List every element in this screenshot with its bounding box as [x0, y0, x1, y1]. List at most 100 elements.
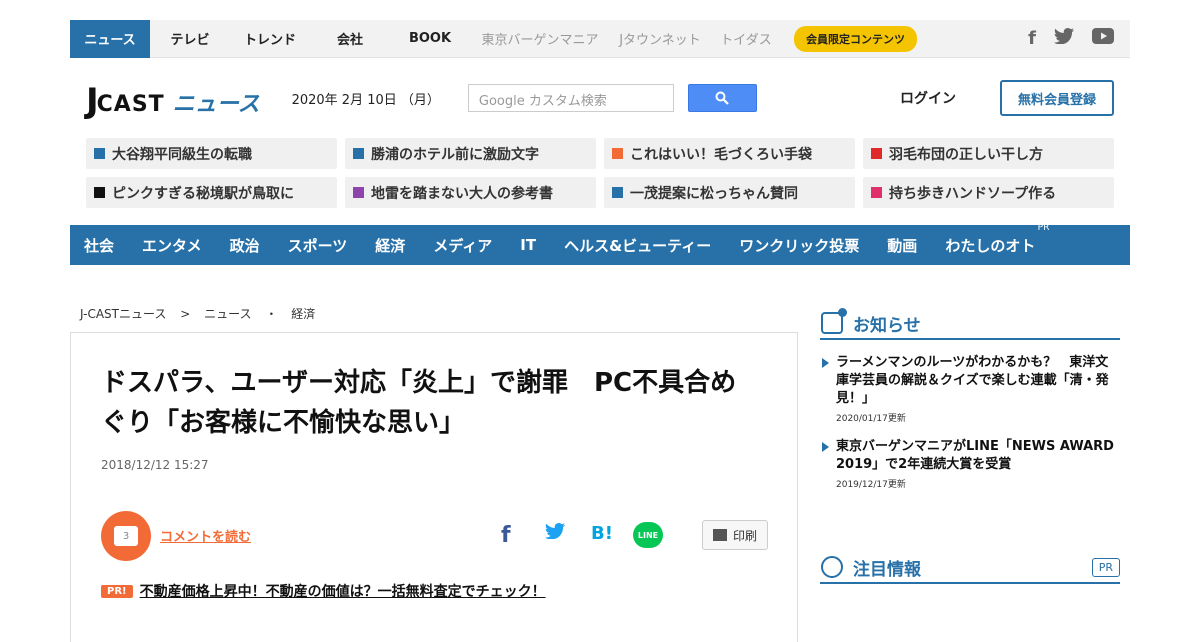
breadcrumb-economy[interactable]: 経済	[291, 307, 315, 321]
printer-icon	[712, 529, 727, 541]
category-link[interactable]: 社会	[84, 235, 114, 256]
category-link[interactable]: わたしのオト PR	[945, 223, 1049, 256]
breadcrumb-separator: >	[180, 307, 191, 321]
notice-item[interactable]: ラーメンマンのルーツがわかるかも？ 東洋文庫学芸員の解説＆クイズで楽しむ連載「清…	[820, 354, 1120, 424]
category-label: IT	[520, 236, 537, 254]
comment-count: 3	[114, 526, 138, 546]
tab-company[interactable]: 会社	[310, 20, 390, 58]
notice-date: 2019/12/17更新	[836, 480, 906, 490]
logo-news: ニュース	[172, 92, 260, 117]
trend-marker	[871, 187, 882, 198]
comment-count-badge[interactable]: 3	[101, 511, 151, 561]
search-button[interactable]	[687, 84, 757, 112]
article-card: ドスパラ、ユーザー対応「炎上」で謝罪 PC不具合めぐり「お客様に不愉快な思い」 …	[70, 332, 798, 642]
current-date: 2020年 2月 10日 （月）	[291, 92, 440, 108]
trend-link[interactable]: 勝浦のホテル前に激励文字	[345, 138, 596, 169]
notice-text: 東京バーゲンマニアがLINE「NEWS AWARD 2019」で2年連続大賞を受…	[836, 439, 1114, 472]
arrow-right-icon	[822, 358, 829, 368]
trend-label: 持ち歩きハンドソープ作る	[889, 185, 1057, 202]
category-link[interactable]: 動画	[887, 235, 917, 256]
tab-news[interactable]: ニュース	[70, 19, 150, 58]
facebook-share-icon[interactable]: f	[501, 523, 511, 548]
trend-label: 地雷を踏まない大人の参考書	[371, 185, 553, 202]
trend-marker	[612, 187, 623, 198]
category-link[interactable]: メディア	[433, 235, 492, 256]
pr-badge: PR	[1091, 557, 1120, 577]
youtube-icon[interactable]	[1092, 28, 1114, 49]
search-input[interactable]: Google カスタム検索	[467, 84, 674, 112]
pr-tag: PR!	[101, 584, 133, 598]
attention-section: 注目情報 PR	[820, 552, 1120, 584]
hatena-bookmark-icon[interactable]: B!	[591, 523, 613, 544]
article-date: 2018/12/12 15:27	[101, 458, 209, 472]
tab-book[interactable]: BOOK	[390, 20, 470, 58]
category-link[interactable]: ワンクリック投票	[739, 235, 859, 256]
tab-tv[interactable]: テレビ	[150, 20, 230, 58]
article-title: ドスパラ、ユーザー対応「炎上」で謝罪 PC不具合めぐり「お客様に不愉快な思い」	[101, 368, 737, 438]
twitter-share-icon[interactable]	[545, 523, 565, 539]
breadcrumb-home[interactable]: J-CASTニュース	[80, 307, 166, 321]
category-label: 社会	[84, 236, 115, 255]
trend-link[interactable]: 大谷翔平同級生の転職	[86, 138, 337, 169]
top-nav: ニュース テレビ トレンド 会社 BOOK 東京バーゲンマニア Jタウンネット …	[70, 19, 1130, 58]
notice-text: ラーメンマンのルーツがわかるかも？ 東洋文庫学芸員の解説＆クイズで楽しむ連載「清…	[836, 355, 1109, 406]
tab-toidas[interactable]: トイダス	[710, 20, 782, 58]
category-label: 動画	[887, 236, 918, 255]
sponsored-link[interactable]: PR! 不動産価格上昇中！不動産の価値は？一括無料査定でチェック！	[101, 581, 546, 601]
category-label: メディア	[433, 236, 493, 255]
sponsored-link-text: 不動産価格上昇中！不動産の価値は？一括無料査定でチェック！	[139, 584, 546, 600]
read-comments-link[interactable]: コメントを読む	[160, 526, 251, 545]
notice-item[interactable]: 東京バーゲンマニアがLINE「NEWS AWARD 2019」で2年連続大賞を受…	[820, 438, 1120, 490]
trend-link[interactable]: 地雷を踏まない大人の参考書	[345, 177, 596, 208]
trend-marker	[94, 148, 105, 159]
trend-marker	[612, 148, 623, 159]
notice-title: お知らせ	[853, 315, 921, 336]
category-label: エンタメ	[142, 236, 202, 255]
pr-label: PR	[1037, 222, 1050, 233]
site-logo[interactable]: J CAST ニュース	[86, 78, 260, 118]
register-button[interactable]: 無料会員登録	[1000, 80, 1114, 116]
category-link[interactable]: 政治	[230, 235, 260, 256]
arrow-right-icon	[822, 442, 829, 452]
trend-label: 大谷翔平同級生の転職	[112, 146, 252, 163]
target-icon	[821, 556, 843, 578]
tab-jtown[interactable]: Jタウンネット	[610, 20, 710, 58]
trend-link[interactable]: ピンクすぎる秘境駅が鳥取に	[86, 177, 337, 208]
logo-cast: CAST	[96, 92, 165, 117]
site-header: J CAST ニュース 2020年 2月 10日 （月） Google カスタム…	[70, 58, 1130, 138]
trend-marker	[871, 148, 882, 159]
member-content-button[interactable]: 会員限定コンテンツ	[794, 25, 917, 52]
line-share-icon[interactable]: LINE	[633, 522, 663, 548]
category-link[interactable]: 経済	[375, 235, 405, 256]
attention-header: 注目情報 PR	[820, 552, 1120, 584]
category-label: スポーツ	[287, 236, 348, 255]
category-label: わたしのオト	[945, 236, 1036, 255]
trend-marker	[353, 187, 364, 198]
trend-link[interactable]: これはいい！毛づくろい手袋	[604, 138, 855, 169]
login-link[interactable]: ログイン	[900, 88, 956, 108]
notice-date: 2020/01/17更新	[836, 414, 906, 424]
category-link[interactable]: ヘルス&ビューティー	[564, 235, 711, 256]
facebook-icon[interactable]: f	[1028, 28, 1036, 49]
attention-title: 注目情報	[853, 559, 921, 580]
breadcrumb-news[interactable]: ニュース	[204, 307, 251, 321]
category-nav: 社会 エンタメ 政治 スポーツ 経済 メディア IT ヘルス&ビューティー ワンクリック投票 動画…	[70, 223, 1130, 265]
notice-icon	[821, 308, 847, 334]
category-link[interactable]: スポーツ	[288, 235, 348, 256]
category-label: 政治	[229, 236, 260, 255]
trend-link[interactable]: 持ち歩きハンドソープ作る	[863, 177, 1114, 208]
trend-marker	[353, 148, 364, 159]
print-button[interactable]: 印刷	[702, 520, 768, 550]
category-link[interactable]: エンタメ	[142, 235, 202, 256]
tab-bargain-mania[interactable]: 東京バーゲンマニア	[470, 20, 610, 58]
trend-label: これはいい！毛づくろい手袋	[630, 146, 812, 163]
trend-marker	[94, 187, 105, 198]
tab-trend[interactable]: トレンド	[230, 20, 310, 58]
twitter-icon[interactable]	[1054, 28, 1074, 49]
breadcrumb-separator: ・	[265, 307, 278, 321]
trend-label: 羽毛布団の正しい干し方	[889, 146, 1043, 163]
category-link[interactable]: IT	[520, 236, 536, 254]
trend-link[interactable]: 羽毛布団の正しい干し方	[863, 138, 1114, 169]
trend-link[interactable]: 一茂提案に松っちゃん賛同	[604, 177, 855, 208]
notice-section: お知らせ ラーメンマンのルーツがわかるかも？ 東洋文庫学芸員の解説＆クイズで楽し…	[820, 308, 1120, 490]
